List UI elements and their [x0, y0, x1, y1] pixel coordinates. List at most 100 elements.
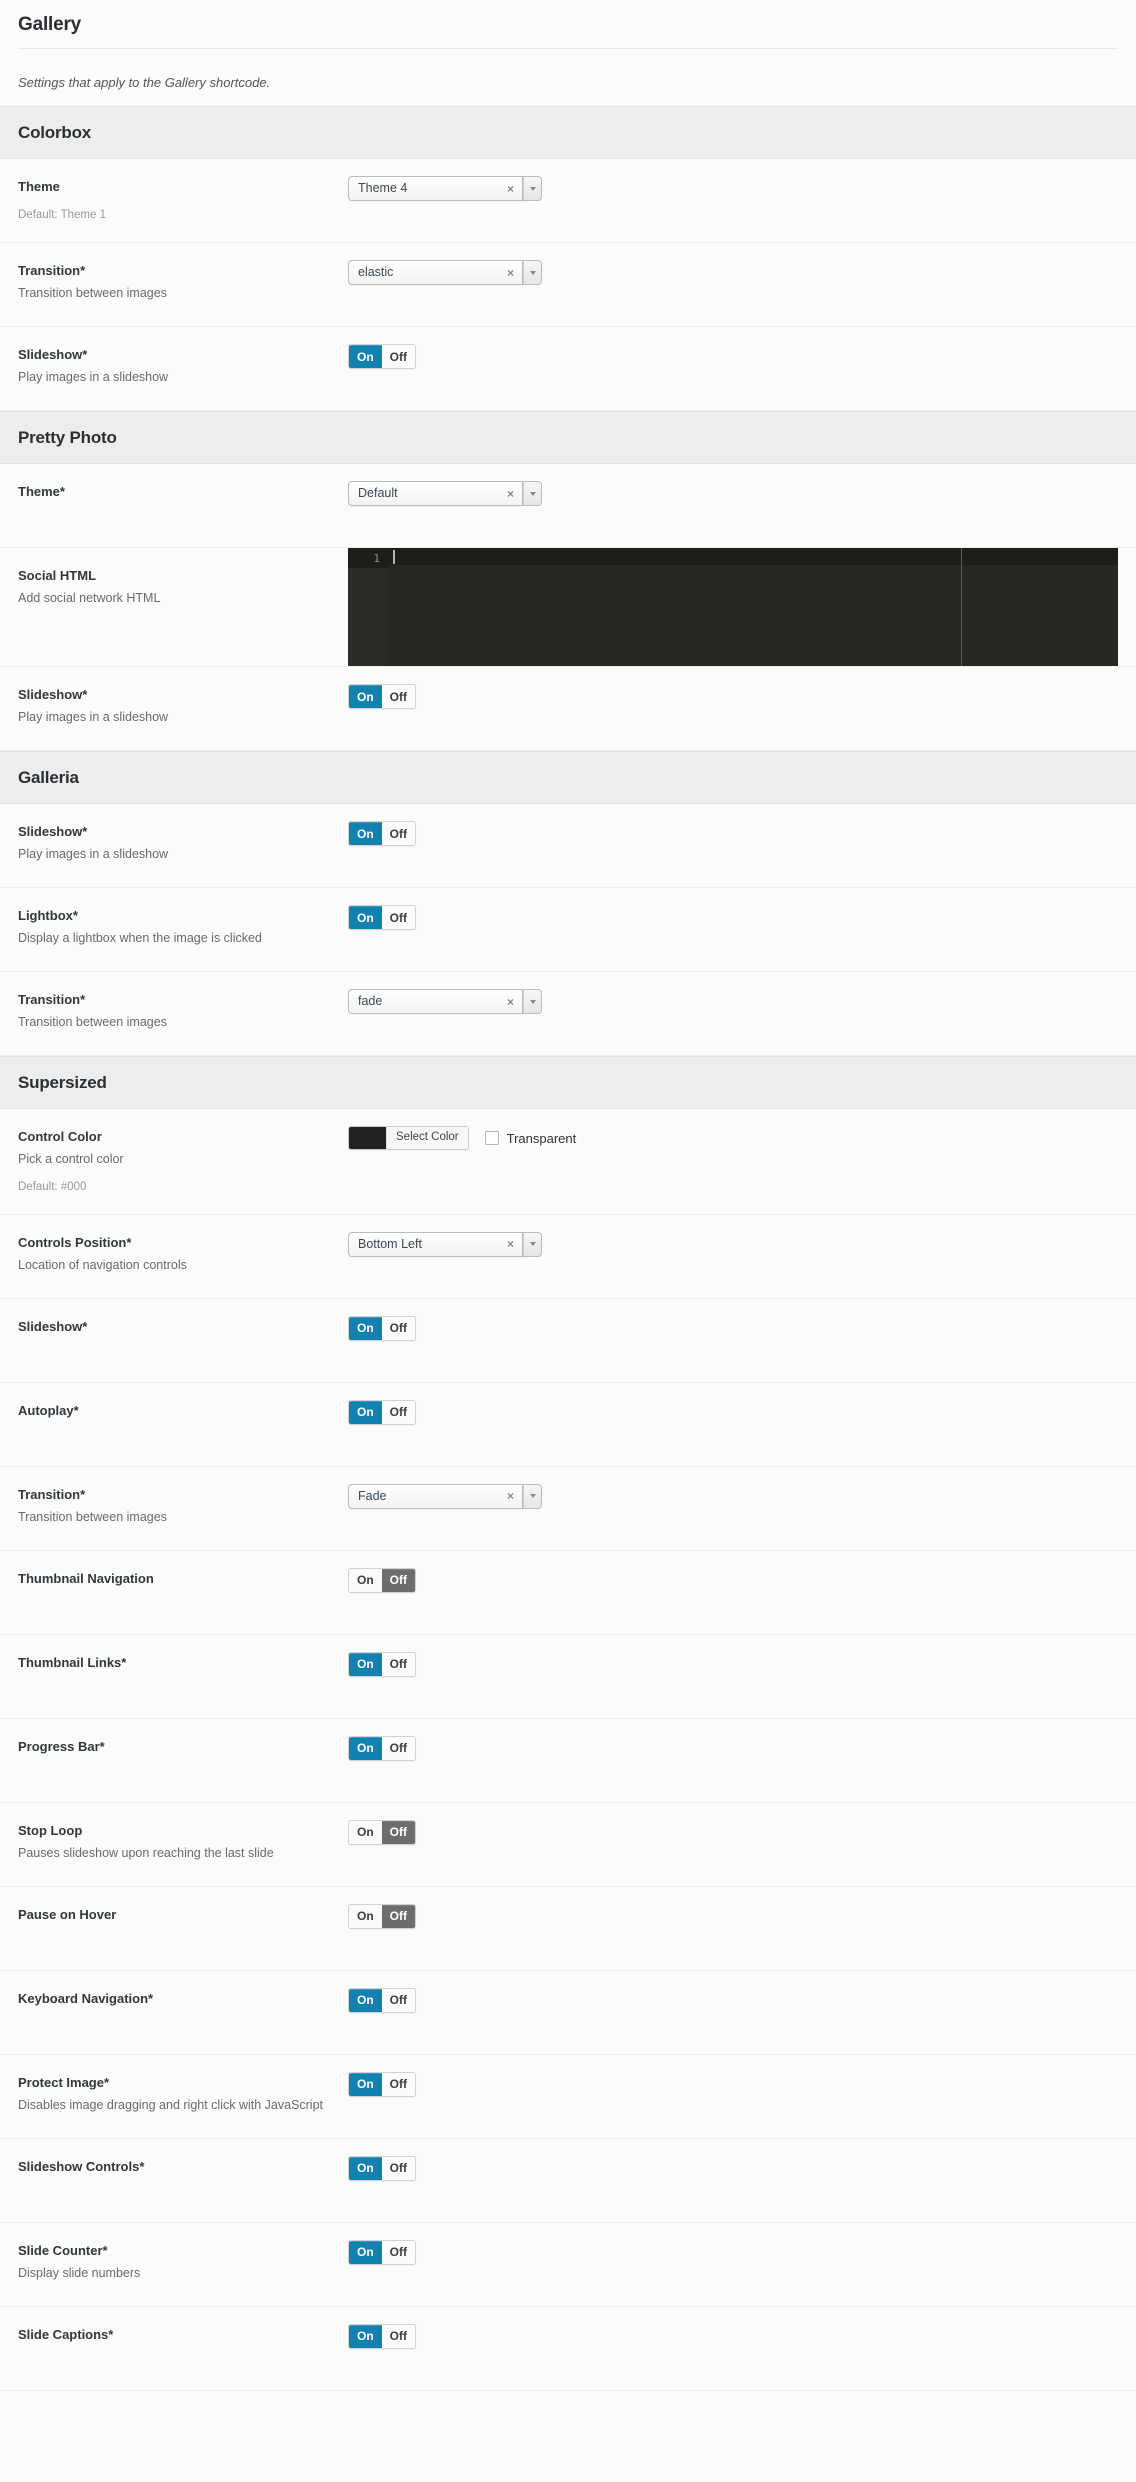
switch-option-off[interactable]: Off: [381, 345, 415, 368]
select-color-label[interactable]: Select Color: [386, 1127, 468, 1149]
switch-option-off[interactable]: Off: [381, 2324, 415, 2348]
switch-option-on[interactable]: On: [349, 1400, 382, 1424]
select-dropdown[interactable]: Fade ×: [348, 1483, 542, 1509]
section-header-colorbox: Colorbox: [0, 106, 1136, 159]
clear-selection-icon[interactable]: ×: [501, 1238, 518, 1250]
section-header-galleria: Galleria: [0, 751, 1136, 804]
chevron-down-icon[interactable]: [523, 1231, 542, 1257]
on-off-switch[interactable]: On Off: [348, 1651, 416, 1677]
switch-option-on[interactable]: On: [349, 2240, 382, 2264]
field-description: Location of navigation controls: [18, 1257, 187, 1272]
transparent-checkbox[interactable]: [484, 1131, 499, 1145]
switch-option-off[interactable]: Off: [381, 1904, 415, 1928]
select-display[interactable]: Default ×: [348, 481, 523, 506]
page-header: Gallery: [0, 0, 1136, 61]
on-off-switch[interactable]: On Off: [348, 1735, 416, 1761]
field-label: Social HTML Add social network HTML: [18, 548, 348, 626]
switch-option-off[interactable]: Off: [381, 1400, 415, 1424]
field-label: Slideshow* Play images in a slideshow: [18, 667, 348, 745]
switch-option-on[interactable]: On: [349, 1736, 382, 1760]
chevron-down-icon[interactable]: [523, 176, 542, 201]
field-description: Disables image dragging and right click …: [18, 2097, 324, 2112]
switch-option-off[interactable]: Off: [381, 1316, 415, 1340]
select-dropdown[interactable]: Default ×: [348, 481, 542, 506]
on-off-switch[interactable]: On Off: [348, 344, 416, 369]
select-display[interactable]: fade ×: [348, 989, 523, 1014]
clear-selection-icon[interactable]: ×: [501, 183, 518, 195]
chevron-down-icon[interactable]: [523, 260, 542, 285]
on-off-switch[interactable]: On Off: [348, 1903, 416, 1929]
on-off-switch[interactable]: On Off: [348, 684, 416, 709]
select-value: Fade: [358, 1490, 387, 1503]
switch-option-off[interactable]: Off: [381, 906, 415, 929]
field-description: Transition between images: [18, 285, 167, 300]
switch-option-off[interactable]: Off: [381, 685, 415, 708]
select-display[interactable]: Fade ×: [348, 1483, 523, 1509]
on-off-switch[interactable]: On Off: [348, 1987, 416, 2013]
switch-option-on[interactable]: On: [349, 1820, 382, 1844]
select-dropdown[interactable]: elastic ×: [348, 260, 542, 285]
chevron-down-icon[interactable]: [523, 1483, 542, 1509]
on-off-switch[interactable]: On Off: [348, 1567, 416, 1593]
chevron-down-icon[interactable]: [523, 989, 542, 1014]
transparent-option[interactable]: Transparent: [484, 1130, 577, 1146]
switch-option-off[interactable]: Off: [381, 822, 415, 845]
select-display[interactable]: elastic ×: [348, 260, 523, 285]
switch-option-on[interactable]: On: [349, 2324, 382, 2348]
clear-selection-icon[interactable]: ×: [501, 488, 518, 500]
field-title: Thumbnail Links*: [18, 1654, 127, 1670]
switch-option-off[interactable]: Off: [381, 1988, 415, 2012]
switch-option-on[interactable]: On: [349, 1568, 382, 1592]
switch-option-on[interactable]: On: [349, 2072, 382, 2096]
switch-option-on[interactable]: On: [349, 822, 382, 845]
switch-option-on[interactable]: On: [349, 1988, 382, 2012]
select-dropdown[interactable]: fade ×: [348, 989, 542, 1014]
color-picker-button[interactable]: Select Color: [348, 1126, 469, 1150]
clear-selection-icon[interactable]: ×: [501, 996, 518, 1008]
switch-option-on[interactable]: On: [349, 1316, 382, 1340]
switch-option-off[interactable]: Off: [381, 1820, 415, 1844]
switch-option-on[interactable]: On: [349, 1904, 382, 1928]
select-dropdown[interactable]: Theme 4 ×: [348, 176, 542, 201]
switch-option-on[interactable]: On: [349, 2156, 382, 2180]
switch-option-off[interactable]: Off: [381, 2072, 415, 2096]
field-description: Add social network HTML: [18, 590, 161, 605]
transparent-label: Transparent: [506, 1130, 577, 1146]
on-off-switch[interactable]: On Off: [348, 1315, 416, 1341]
color-swatch[interactable]: [349, 1127, 386, 1149]
editor-gutter: 1: [348, 548, 388, 666]
on-off-switch[interactable]: On Off: [348, 2155, 416, 2181]
switch-option-off[interactable]: Off: [381, 2156, 415, 2180]
on-off-switch[interactable]: On Off: [348, 2323, 416, 2349]
code-editor[interactable]: 1: [348, 548, 1118, 666]
field-title: Thumbnail Navigation: [18, 1570, 154, 1586]
select-display[interactable]: Theme 4 ×: [348, 176, 523, 201]
chevron-down-icon[interactable]: [523, 481, 542, 506]
on-off-switch[interactable]: On Off: [348, 1399, 416, 1425]
on-off-switch[interactable]: On Off: [348, 1819, 416, 1845]
switch-option-on[interactable]: On: [349, 1652, 382, 1676]
field-row: Slide Captions* On Off: [0, 2306, 1136, 2391]
settings-page: Gallery Settings that apply to the Galle…: [0, 0, 1136, 2391]
on-off-switch[interactable]: On Off: [348, 2071, 416, 2097]
switch-option-on[interactable]: On: [349, 685, 382, 708]
switch-option-off[interactable]: Off: [381, 1568, 415, 1592]
select-display[interactable]: Bottom Left ×: [348, 1231, 523, 1257]
on-off-switch[interactable]: On Off: [348, 2239, 416, 2265]
on-off-switch[interactable]: On Off: [348, 821, 416, 846]
switch-option-on[interactable]: On: [349, 906, 382, 929]
field-description: Play images in a slideshow: [18, 846, 169, 861]
field-row: Thumbnail Links* On Off: [0, 1634, 1136, 1719]
switch-option-off[interactable]: Off: [381, 1736, 415, 1760]
on-off-switch[interactable]: On Off: [348, 905, 416, 930]
clear-selection-icon[interactable]: ×: [501, 1490, 518, 1502]
field-label: Theme Default: Theme 1: [18, 159, 348, 241]
field-label: Slideshow*: [18, 1299, 348, 1360]
switch-option-on[interactable]: On: [349, 345, 382, 368]
switch-option-off[interactable]: Off: [381, 1652, 415, 1676]
field-control: Default ×: [348, 464, 1118, 523]
editor-content[interactable]: [388, 548, 1118, 666]
clear-selection-icon[interactable]: ×: [501, 267, 518, 279]
select-dropdown[interactable]: Bottom Left ×: [348, 1231, 542, 1257]
switch-option-off[interactable]: Off: [381, 2240, 415, 2264]
